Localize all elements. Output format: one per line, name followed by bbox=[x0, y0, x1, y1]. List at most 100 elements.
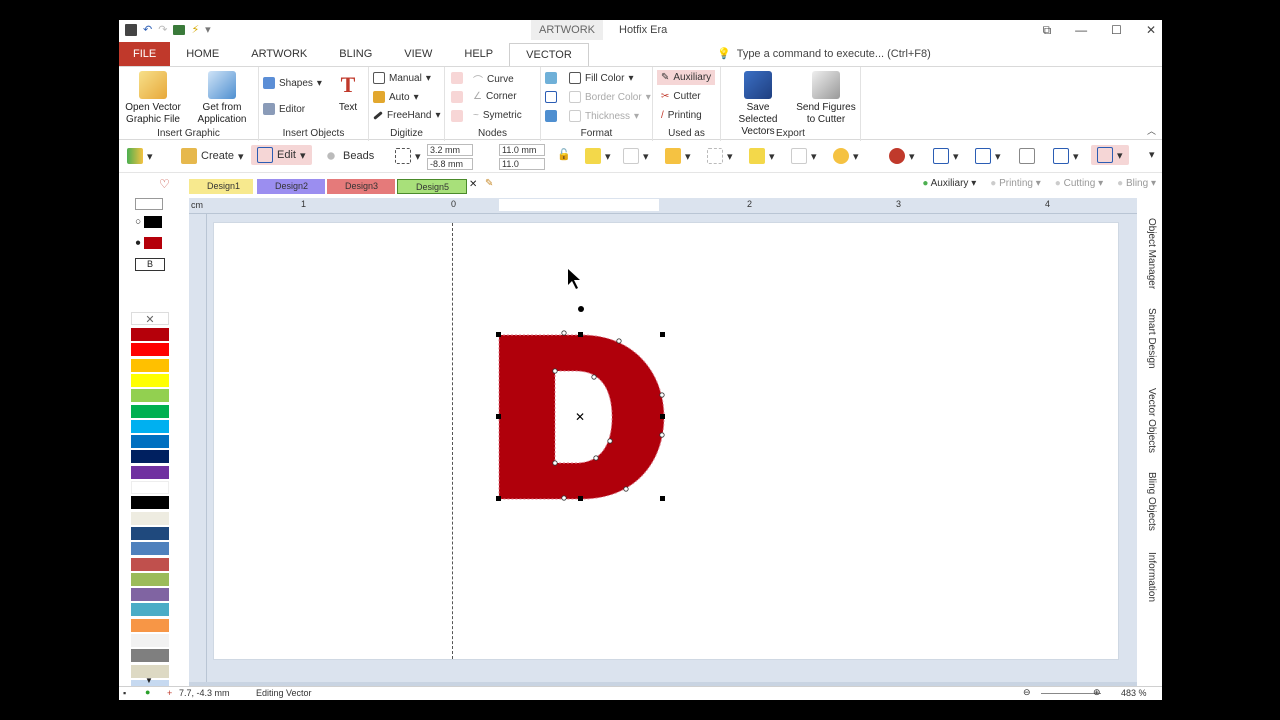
toolbar-overflow-icon[interactable]: ▾ bbox=[1149, 148, 1155, 161]
close-icon[interactable]: ✕ bbox=[1146, 20, 1156, 40]
color-swatch[interactable] bbox=[131, 572, 169, 586]
lock-ratio-button[interactable]: 🔓 bbox=[557, 148, 571, 161]
color-swatch[interactable] bbox=[131, 465, 169, 479]
create-button[interactable]: Create ▾ bbox=[181, 148, 244, 164]
color-swatch[interactable] bbox=[131, 557, 169, 571]
panel-information[interactable]: Information bbox=[1146, 552, 1157, 602]
tab-view[interactable]: VIEW bbox=[388, 42, 448, 66]
shapes-button[interactable]: Shapes ▾ bbox=[263, 77, 322, 89]
save-icon[interactable] bbox=[125, 23, 137, 36]
filter-auxiliary[interactable]: ● Auxiliary ▾ bbox=[922, 178, 976, 189]
auxiliary-button[interactable]: ✎ Auxiliary bbox=[657, 70, 716, 85]
text-button[interactable]: T Text bbox=[333, 71, 363, 114]
transform-button[interactable]: ▾ bbox=[791, 148, 817, 164]
color-swatch[interactable] bbox=[131, 373, 169, 387]
zoom-out-icon[interactable]: ⊖ bbox=[1023, 687, 1031, 698]
combine-button[interactable]: ▾ bbox=[707, 148, 733, 164]
color-swatch[interactable] bbox=[131, 588, 169, 602]
zoom-tool-button[interactable]: ▾ bbox=[889, 148, 915, 164]
view-mode-button[interactable]: ▾ bbox=[127, 148, 153, 164]
doc-tab-design3[interactable]: Design3 bbox=[327, 179, 395, 194]
fill-color-swatch[interactable]: ● bbox=[135, 237, 162, 249]
printing-button[interactable]: / Printing bbox=[661, 110, 702, 121]
filter-cutting[interactable]: ● Cutting ▾ bbox=[1055, 178, 1103, 189]
corner-button[interactable]: ∠ Corner bbox=[473, 91, 517, 102]
fill-style-button[interactable] bbox=[545, 72, 557, 84]
tab-vector[interactable]: VECTOR bbox=[509, 42, 589, 66]
doc-tab-design1[interactable]: Design1 bbox=[189, 179, 253, 194]
cutter-button[interactable]: ✂ Cutter bbox=[661, 91, 701, 102]
arrange-button[interactable]: ▾ bbox=[665, 148, 691, 164]
color-swatch[interactable] bbox=[131, 649, 169, 663]
design-page[interactable]: ✕ bbox=[213, 222, 1119, 660]
beads-button[interactable]: Beads bbox=[323, 148, 374, 164]
x-position-field[interactable]: 3.2 mm bbox=[427, 144, 473, 156]
minimize-icon[interactable]: — bbox=[1075, 20, 1087, 40]
color-swatch[interactable] bbox=[131, 328, 169, 341]
panel-object-manager[interactable]: Object Manager bbox=[1146, 218, 1157, 289]
fill-color-button[interactable]: Fill Color ▾ bbox=[569, 72, 633, 84]
join-node-button[interactable] bbox=[451, 110, 463, 122]
palette-scroll-down-icon[interactable]: ▼ bbox=[145, 676, 153, 685]
zoom-slider[interactable] bbox=[1041, 693, 1101, 694]
outline-color-swatch[interactable]: ○ bbox=[135, 216, 162, 228]
panel-bling-objects[interactable]: Bling Objects bbox=[1146, 472, 1157, 531]
curve-button[interactable]: ⌒ Curve bbox=[473, 72, 514, 87]
vector-canvas[interactable]: ✕ bbox=[214, 223, 1120, 661]
filter-printing[interactable]: ● Printing ▾ bbox=[990, 178, 1041, 189]
border-style-button[interactable] bbox=[545, 91, 557, 103]
send-figures-button[interactable]: Send Figures to Cutter bbox=[795, 71, 857, 126]
color-swatch[interactable] bbox=[131, 496, 169, 510]
color-swatch[interactable] bbox=[131, 404, 169, 418]
align-button[interactable]: ▾ bbox=[395, 148, 421, 164]
tab-help[interactable]: HELP bbox=[448, 42, 509, 66]
symetric-button[interactable]: ~ Symetric bbox=[473, 110, 522, 121]
color-swatch[interactable] bbox=[131, 481, 169, 494]
color-swatch[interactable] bbox=[131, 389, 169, 403]
qat-dropdown-icon[interactable]: ▾ bbox=[205, 23, 211, 36]
tab-artwork[interactable]: ARTWORK bbox=[235, 42, 323, 66]
resize-handle[interactable] bbox=[496, 496, 501, 501]
distribute-button[interactable]: ▾ bbox=[749, 148, 775, 164]
border-color-button[interactable]: Border Color ▾ bbox=[569, 91, 651, 103]
doc-tab-design5[interactable]: Design5 bbox=[397, 179, 467, 194]
tab-bling[interactable]: BLING bbox=[323, 42, 388, 66]
redo-icon[interactable]: ↷ bbox=[158, 23, 167, 36]
manual-button[interactable]: Manual ▾ bbox=[373, 72, 431, 84]
panel-vector-objects[interactable]: Vector Objects bbox=[1146, 388, 1157, 453]
rotation-handle[interactable] bbox=[578, 306, 584, 312]
color-swatch[interactable] bbox=[131, 343, 169, 357]
color-swatch[interactable] bbox=[131, 419, 169, 433]
group-button[interactable]: ▾ bbox=[623, 148, 649, 164]
y-position-field[interactable]: -8.8 mm bbox=[427, 158, 473, 170]
rotate-button[interactable]: ▾ bbox=[833, 148, 859, 164]
line-node-button[interactable] bbox=[451, 72, 463, 84]
restore-icon[interactable]: ⧉ bbox=[1043, 20, 1052, 40]
panel-smart-design[interactable]: Smart Design bbox=[1146, 308, 1157, 369]
filter-bling[interactable]: ● Bling ▾ bbox=[1117, 178, 1156, 189]
zoom-object-button[interactable]: ▾ bbox=[1053, 148, 1079, 164]
color-swatch[interactable] bbox=[131, 542, 169, 556]
object-tree-icon[interactable] bbox=[129, 178, 145, 194]
folder-icon[interactable] bbox=[173, 24, 186, 35]
zoom-in-icon[interactable]: ⊕ bbox=[1093, 687, 1101, 698]
width-field[interactable]: 11.0 mm bbox=[499, 144, 545, 156]
zoom-fit-button[interactable]: ▾ bbox=[933, 148, 959, 164]
color-swatch[interactable] bbox=[131, 526, 169, 540]
editor-button[interactable]: Editor bbox=[263, 103, 305, 115]
zoom-selection-button[interactable] bbox=[1019, 148, 1035, 164]
fill-tool-button[interactable]: ▾ bbox=[585, 148, 611, 164]
add-node-button[interactable] bbox=[451, 91, 463, 103]
resize-handle[interactable] bbox=[496, 332, 501, 337]
collapse-ribbon-icon[interactable]: ︿ bbox=[1147, 124, 1156, 137]
close-tab-icon[interactable]: ✕ bbox=[469, 179, 477, 190]
color-swatch[interactable] bbox=[131, 618, 169, 632]
command-search[interactable]: 💡 Type a command to execute... (Ctrl+F8) bbox=[717, 42, 931, 66]
undo-icon[interactable]: ↶ bbox=[143, 23, 152, 36]
maximize-icon[interactable]: ☐ bbox=[1111, 20, 1122, 40]
resize-handle[interactable] bbox=[578, 496, 583, 501]
new-tab-icon[interactable]: ✎ bbox=[485, 178, 493, 189]
edit-button[interactable]: Edit ▾ bbox=[251, 145, 312, 165]
tab-file[interactable]: FILE bbox=[119, 42, 171, 66]
color-swatch[interactable] bbox=[131, 603, 169, 617]
